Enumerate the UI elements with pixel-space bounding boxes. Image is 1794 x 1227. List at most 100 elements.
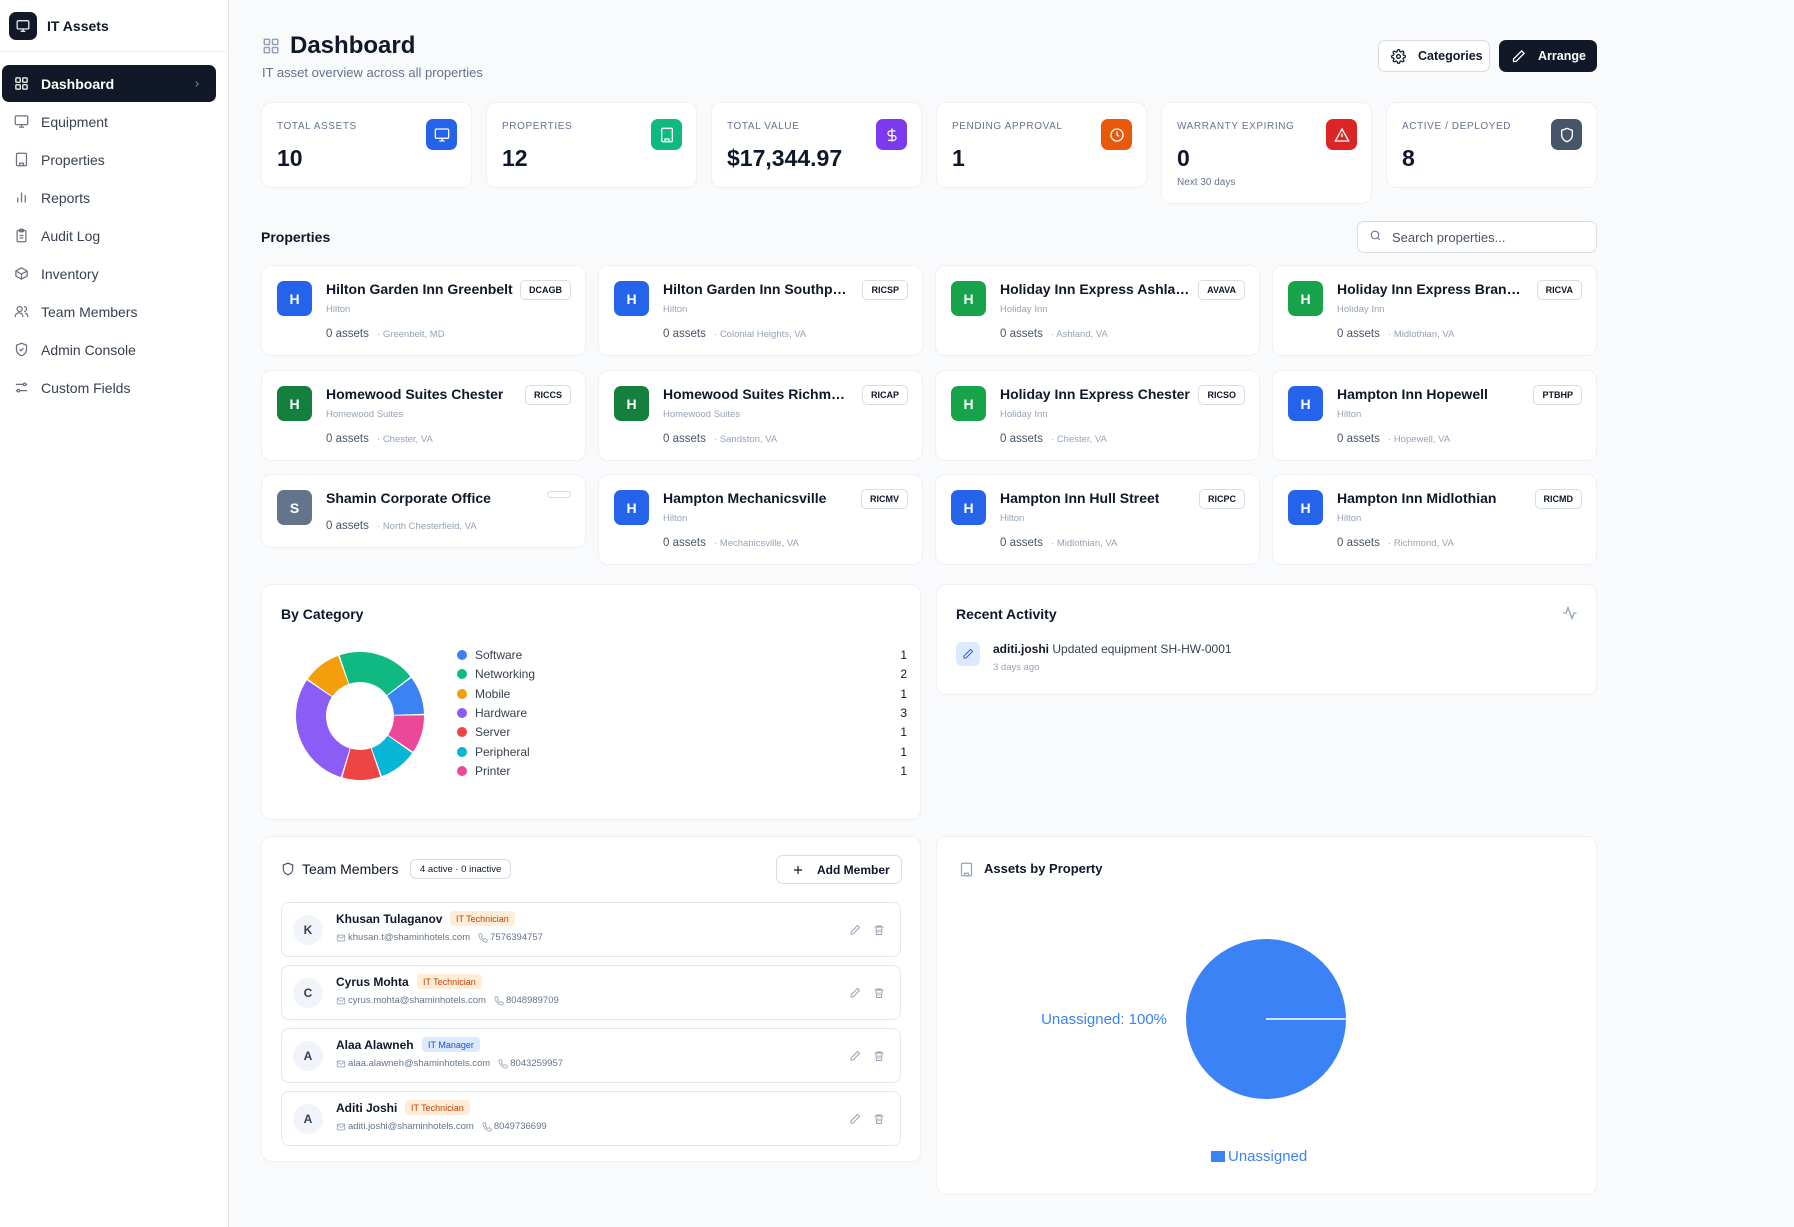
sidebar-item-custom-fields[interactable]: Custom Fields	[2, 369, 216, 406]
categories-button[interactable]: Categories	[1378, 40, 1490, 72]
property-avatar: H	[1288, 386, 1323, 421]
edit-icon[interactable]	[848, 1112, 862, 1126]
property-brand: Homewood Suites	[326, 409, 404, 420]
property-avatar: H	[1288, 490, 1323, 525]
avatar: C	[293, 978, 323, 1008]
properties-section-title: Properties	[261, 229, 331, 245]
edit-icon[interactable]	[848, 923, 862, 937]
arrange-button[interactable]: Arrange	[1499, 40, 1597, 72]
property-avatar: H	[951, 386, 986, 421]
dollar-icon	[876, 119, 907, 150]
trash-icon[interactable]	[872, 1049, 886, 1063]
member-phone: 8048989709	[505, 995, 559, 1006]
sidebar-item-audit-log[interactable]: Audit Log	[2, 217, 216, 254]
sidebar-item-properties[interactable]: Properties	[2, 141, 216, 178]
alert-triangle-icon	[1326, 119, 1357, 150]
property-card[interactable]: H Hilton Garden Inn Southpark Hilton 0 asse…	[598, 265, 923, 356]
member-name: Alaa Alawneh	[336, 1038, 414, 1052]
trash-icon[interactable]	[872, 1112, 886, 1126]
search-input[interactable]	[1392, 229, 1582, 245]
search-box[interactable]	[1357, 221, 1597, 253]
sidebar-item-label: Audit Log	[41, 227, 101, 244]
member-contact: cyrus.mohta@shaminhotels.com 8048989709	[336, 995, 559, 1006]
property-location: · Midlothian, VA	[1388, 329, 1455, 340]
property-location: · Chester, VA	[1051, 434, 1107, 445]
property-brand: Hilton	[326, 304, 351, 315]
sidebar-item-admin-console[interactable]: Admin Console	[2, 331, 216, 368]
property-name: Shamin Corporate Office	[326, 490, 491, 506]
member-name: Aditi Joshi	[336, 1101, 398, 1115]
property-code-badge: RICSO	[1198, 385, 1245, 405]
property-card[interactable]: H Homewood Suites Chester Homewood Suites 0…	[261, 370, 586, 461]
property-location: · Chester, VA	[377, 434, 433, 445]
legend-dot	[457, 669, 467, 680]
sidebar-item-inventory[interactable]: Inventory	[2, 255, 216, 292]
stat-card-total-assets: Total Assets 10	[261, 102, 472, 188]
property-card[interactable]: H Holiday Inn Express Brander... Holiday I…	[1272, 265, 1597, 356]
property-brand: Holiday Inn	[1337, 304, 1385, 315]
legend-name: Hardware	[475, 705, 528, 720]
add-member-label: Add Member	[817, 862, 890, 877]
member-name: Khusan Tulaganov	[336, 912, 443, 926]
member-phone: 8043259957	[510, 1058, 564, 1069]
property-avatar: H	[614, 281, 649, 316]
member-email: cyrus.mohta@shaminhotels.com	[348, 995, 486, 1006]
trash-icon[interactable]	[872, 986, 886, 1000]
sidebar-item-dashboard[interactable]: Dashboard	[2, 65, 216, 102]
mail-icon	[336, 996, 346, 1006]
legend-name: Printer	[475, 763, 511, 778]
legend-item: Software 1	[457, 647, 907, 663]
legend-count: 1	[900, 763, 907, 778]
sidebar-item-team-members[interactable]: Team Members	[2, 293, 216, 330]
property-card[interactable]: H Hampton Inn Midlothian Hilton 0 assets · R…	[1272, 474, 1597, 565]
dashboard-icon	[262, 37, 280, 58]
property-asset-count: 0 assets	[1000, 328, 1043, 340]
property-location: · North Chesterfield, VA	[377, 521, 477, 532]
property-location: · Colonial Heights, VA	[714, 329, 807, 340]
property-location-text: Ashland, VA	[1056, 329, 1108, 340]
property-card[interactable]: H Holiday Inn Express Ashland Holiday Inn 0…	[935, 265, 1260, 356]
phone-icon	[482, 1121, 492, 1132]
property-card[interactable]: H Hampton Mechanicsville Hilton 0 assets · M…	[598, 474, 923, 565]
property-code-badge: RICMD	[1534, 489, 1582, 509]
member-email: aditi.joshi@shaminhotels.com	[348, 1121, 474, 1132]
brand[interactable]: IT Assets	[0, 0, 228, 52]
property-asset-count: 0 assets	[1000, 433, 1043, 445]
property-name: Hilton Garden Inn Southpark	[663, 281, 853, 297]
page-title: Dashboard	[290, 32, 416, 59]
property-avatar: H	[951, 490, 986, 525]
sidebar-item-equipment[interactable]: Equipment	[2, 103, 216, 140]
stat-label: Active / Deployed	[1402, 121, 1512, 132]
property-card[interactable]: H Hilton Garden Inn Greenbelt Hilton 0 asse…	[261, 265, 586, 356]
edit-icon[interactable]	[848, 1049, 862, 1063]
plus-icon	[791, 863, 805, 877]
add-member-button[interactable]: Add Member	[776, 855, 902, 884]
property-card[interactable]: H Hampton Inn Hull Street Hilton 0 assets · …	[935, 474, 1260, 565]
legend-item: Hardware 3	[457, 705, 907, 721]
stat-value: 0	[1177, 145, 1190, 171]
sidebar-item-label: Reports	[41, 189, 91, 206]
property-location: · Greenbelt, MD	[377, 329, 445, 340]
member-phone: 8049736699	[493, 1121, 547, 1132]
property-brand: Homewood Suites	[663, 409, 741, 420]
sidebar-item-reports[interactable]: Reports	[2, 179, 216, 216]
pencil-icon	[956, 642, 980, 666]
recent-activity-panel: Recent Activity aditi.joshi Updated equi…	[936, 584, 1597, 695]
mail-icon	[336, 933, 346, 943]
edit-icon[interactable]	[848, 986, 862, 1000]
users-icon	[13, 304, 29, 320]
property-code-badge: RICVA	[1536, 280, 1582, 300]
activity-user: aditi.joshi	[993, 642, 1050, 656]
property-code-badge: DCAGB	[520, 280, 571, 300]
assets-by-property-panel: Assets by Property Unassigned: 100% Unas…	[936, 836, 1597, 1195]
property-name: Hampton Inn Hull Street	[1000, 490, 1160, 506]
property-card[interactable]: S Shamin Corporate Office 0 assets · North …	[261, 474, 586, 548]
legend-count: 1	[900, 744, 907, 759]
property-location-text: Midlothian, VA	[1393, 329, 1455, 340]
property-code-badge: RICCS	[524, 385, 571, 405]
property-card[interactable]: H Hampton Inn Hopewell Hilton 0 assets · Hop…	[1272, 370, 1597, 461]
trash-icon[interactable]	[872, 923, 886, 937]
role-badge: IT Manager	[422, 1037, 480, 1052]
property-card[interactable]: H Holiday Inn Express Chester Holiday Inn 0…	[935, 370, 1260, 461]
property-card[interactable]: H Homewood Suites Richmon... Homewood Suit…	[598, 370, 923, 461]
